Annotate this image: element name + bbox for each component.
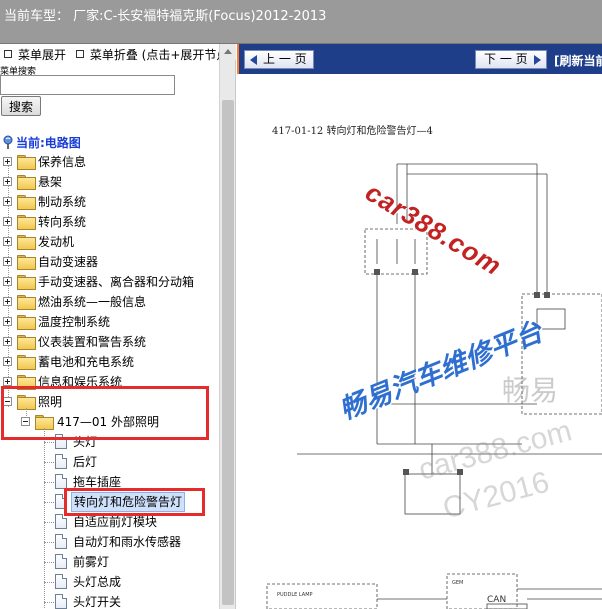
expand-node-icon[interactable] xyxy=(3,237,12,246)
tree-item-label[interactable]: 转向系统 xyxy=(38,212,86,232)
tree-item-label[interactable]: 悬架 xyxy=(38,172,62,192)
tree-item-label[interactable]: 温度控制系统 xyxy=(38,312,110,332)
document-icon xyxy=(55,554,67,569)
puddle-lamp-label: PUDDLE LAMP xyxy=(277,592,313,598)
folder-icon xyxy=(17,255,36,270)
folder-icon xyxy=(17,355,36,370)
folder-icon xyxy=(17,335,36,350)
document-icon xyxy=(55,574,67,589)
menu-tree-pane: 菜单展开 菜单折叠 (点击+展开节点) 菜单搜索 搜索 当前:电路图 保养信息悬… xyxy=(0,44,236,609)
menu-controls: 菜单展开 菜单折叠 (点击+展开节点) xyxy=(2,46,233,63)
tree-doc-label[interactable]: 自动灯和雨水传感器 xyxy=(73,532,181,552)
page-title: 417-01-12 转向灯和危险警告灯—4 xyxy=(272,126,433,137)
can-label: CAN xyxy=(487,595,506,605)
tree-doc-label[interactable]: 前雾灯 xyxy=(73,552,109,572)
tree-doc-item[interactable]: 头灯总成 xyxy=(0,572,215,592)
folder-icon xyxy=(17,275,36,290)
tree-item-label[interactable]: 保养信息 xyxy=(38,152,86,172)
expand-node-icon[interactable] xyxy=(3,157,12,166)
tree-item[interactable]: 蓄电池和充电系统 xyxy=(0,352,215,372)
tree-doc-label[interactable]: 后灯 xyxy=(73,452,97,472)
expand-node-icon[interactable] xyxy=(3,377,12,386)
tree-doc-item[interactable]: 后灯 xyxy=(0,452,215,472)
tree-item[interactable]: 发动机 xyxy=(0,232,215,252)
highlight-box-lighting xyxy=(1,386,209,440)
tree-item-label[interactable]: 蓄电池和充电系统 xyxy=(38,352,134,372)
expand-node-icon[interactable] xyxy=(3,357,12,366)
refresh-page-link[interactable]: [刷新当前页] xyxy=(554,52,602,69)
viewer-navbar: 上 一 页 下 一 页 [刷新当前页] xyxy=(237,44,602,74)
folder-icon xyxy=(17,295,36,310)
wiring-diagram: CAN PUDDLE LAMP GEM xyxy=(266,163,602,609)
document-icon xyxy=(55,454,67,469)
tree-doc-item[interactable]: 自动灯和雨水传感器 xyxy=(0,532,215,552)
expand-node-icon[interactable] xyxy=(3,217,12,226)
tree-item[interactable]: 温度控制系统 xyxy=(0,312,215,332)
gem-label: GEM xyxy=(452,580,463,586)
document-icon xyxy=(55,514,67,529)
tree-item[interactable]: 手动变速器、离合器和分动箱 xyxy=(0,272,215,292)
folder-icon xyxy=(17,235,36,250)
expand-node-icon[interactable] xyxy=(3,177,12,186)
left-arrow-icon xyxy=(250,55,257,65)
next-page-button[interactable]: 下 一 页 xyxy=(475,50,547,69)
diagram-viewer: 上 一 页 下 一 页 [刷新当前页] 417-01-12 转向灯和危险警告灯—… xyxy=(237,44,602,609)
tree-item-label[interactable]: 发动机 xyxy=(38,232,74,252)
document-icon xyxy=(55,534,67,549)
highlight-box-turn-signal xyxy=(64,488,205,516)
right-arrow-icon xyxy=(533,55,541,65)
tree-item[interactable]: 仪表装置和警告系统 xyxy=(0,332,215,352)
folder-icon xyxy=(17,195,36,210)
scroll-thumb[interactable] xyxy=(222,100,234,605)
tree-doc-label[interactable]: 头灯总成 xyxy=(73,572,121,592)
menu-expand-link[interactable]: 菜单展开 xyxy=(18,48,66,62)
tree-doc-label[interactable]: 头灯开关 xyxy=(73,592,121,609)
tree-item[interactable]: 制动系统 xyxy=(0,192,215,212)
document-icon xyxy=(55,474,67,489)
search-input[interactable] xyxy=(0,75,175,95)
tree-scrollbar[interactable] xyxy=(219,44,236,609)
tree-item-label[interactable]: 仪表装置和警告系统 xyxy=(38,332,146,352)
expand-icon[interactable] xyxy=(4,50,12,58)
expand-node-icon[interactable] xyxy=(3,197,12,206)
tree-item[interactable]: 悬架 xyxy=(0,172,215,192)
expand-node-icon[interactable] xyxy=(3,337,12,346)
current-node: 当前:电路图 xyxy=(3,134,81,152)
expand-node-icon[interactable] xyxy=(3,297,12,306)
tree-item[interactable]: 自动变速器 xyxy=(0,252,215,272)
folder-icon xyxy=(17,215,36,230)
tree-doc-item[interactable]: 头灯开关 xyxy=(0,592,215,609)
prev-page-button[interactable]: 上 一 页 xyxy=(244,50,314,69)
expand-node-icon[interactable] xyxy=(3,277,12,286)
tree-doc-item[interactable]: 前雾灯 xyxy=(0,552,215,572)
tree-item-label[interactable]: 自动变速器 xyxy=(38,252,98,272)
folder-icon xyxy=(17,315,36,330)
tree-item[interactable]: 燃油系统—一般信息 xyxy=(0,292,215,312)
collapse-icon[interactable] xyxy=(75,50,84,58)
tree-item-label[interactable]: 手动变速器、离合器和分动箱 xyxy=(38,272,194,292)
tree-item[interactable]: 转向系统 xyxy=(0,212,215,232)
folder-icon xyxy=(17,155,36,170)
tree-item[interactable]: 保养信息 xyxy=(0,152,215,172)
document-icon xyxy=(55,594,67,609)
top-header: 当前车型： 厂家:C-长安福特福克斯(Focus)2012-2013 xyxy=(0,0,602,44)
tree-item-label[interactable]: 制动系统 xyxy=(38,192,86,212)
current-node-label: 当前:电路图 xyxy=(16,136,81,150)
tree-item-label[interactable]: 燃油系统—一般信息 xyxy=(38,292,146,312)
current-model-title: 当前车型： 厂家:C-长安福特福克斯(Focus)2012-2013 xyxy=(4,9,327,24)
folder-icon xyxy=(17,175,36,190)
scroll-up-arrow-icon[interactable] xyxy=(220,44,236,60)
expand-node-icon[interactable] xyxy=(3,257,12,266)
globe-pin-icon xyxy=(3,135,13,149)
menu-collapse-link[interactable]: 菜单折叠 (点击+展开节点) xyxy=(90,48,233,62)
search-button[interactable]: 搜索 xyxy=(1,96,41,116)
expand-node-icon[interactable] xyxy=(3,317,12,326)
